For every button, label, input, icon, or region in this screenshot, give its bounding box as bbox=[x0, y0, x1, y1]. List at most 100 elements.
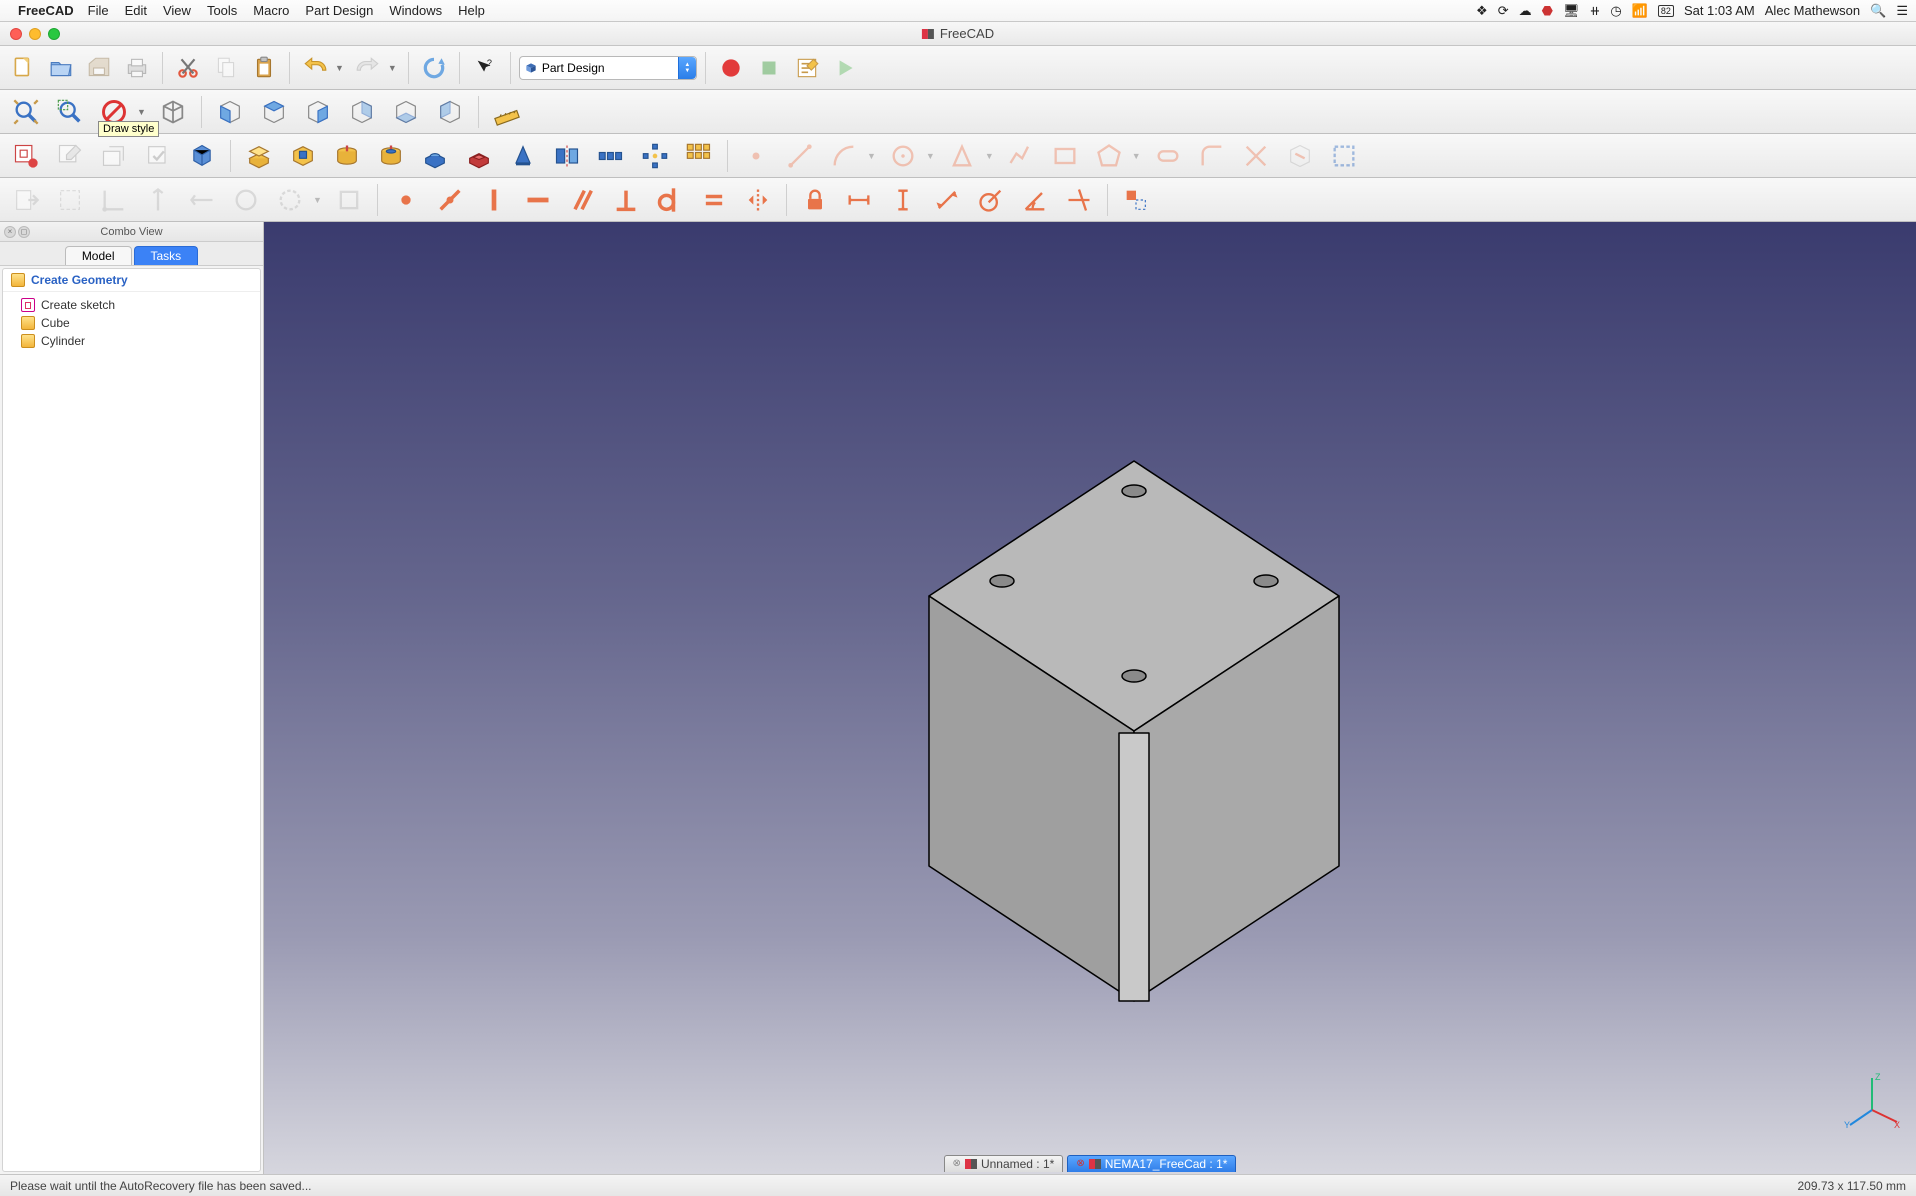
close-icon[interactable]: ⊗ bbox=[1076, 1158, 1084, 1169]
groove-button[interactable] bbox=[371, 137, 411, 175]
constrain-point-on-button[interactable] bbox=[430, 181, 470, 219]
constrain-parallel-button[interactable] bbox=[562, 181, 602, 219]
map-sketch-button[interactable] bbox=[94, 137, 134, 175]
fit-all-button[interactable] bbox=[6, 93, 46, 131]
new-sketch-button[interactable] bbox=[6, 137, 46, 175]
pocket-button[interactable] bbox=[283, 137, 323, 175]
panel-close-icon[interactable]: × bbox=[4, 226, 16, 238]
constrain-vdist-button[interactable] bbox=[883, 181, 923, 219]
front-view-button[interactable] bbox=[210, 93, 250, 131]
battery-icon[interactable]: 82 bbox=[1658, 5, 1674, 17]
menubar-datetime[interactable]: Sat 1:03 AM bbox=[1684, 3, 1755, 18]
chamfer-button[interactable] bbox=[459, 137, 499, 175]
task-create-sketch[interactable]: Create sketch bbox=[7, 296, 256, 314]
sketch-fillet-button[interactable] bbox=[1192, 137, 1232, 175]
workbench-selector[interactable]: Part Design bbox=[519, 56, 697, 80]
menu-tools[interactable]: Tools bbox=[207, 3, 237, 18]
polar-pattern-button[interactable] bbox=[635, 137, 675, 175]
app-name[interactable]: FreeCAD bbox=[18, 3, 74, 18]
conic-dropdown-icon[interactable]: ▼ bbox=[985, 151, 994, 161]
window-minimize-button[interactable] bbox=[29, 28, 41, 40]
bluetooth-icon[interactable]: ⧺ bbox=[1589, 3, 1600, 19]
sketch-polygon-button[interactable] bbox=[1089, 137, 1129, 175]
sketch-rectangle-button[interactable] bbox=[1045, 137, 1085, 175]
select-redundant-button[interactable] bbox=[226, 181, 266, 219]
sketch-construction-button[interactable] bbox=[1324, 137, 1364, 175]
print-button[interactable] bbox=[120, 51, 154, 85]
sketch-external-button[interactable] bbox=[1280, 137, 1320, 175]
sketch-circle-button[interactable] bbox=[883, 137, 923, 175]
sketch-conic-button[interactable] bbox=[942, 137, 982, 175]
menu-edit[interactable]: Edit bbox=[125, 3, 147, 18]
constrain-angle-button[interactable] bbox=[1015, 181, 1055, 219]
save-document-button[interactable] bbox=[82, 51, 116, 85]
constrain-lock-button[interactable] bbox=[795, 181, 835, 219]
select-horiz-axis-button[interactable] bbox=[182, 181, 222, 219]
menu-partdesign[interactable]: Part Design bbox=[305, 3, 373, 18]
constrain-vertical-button[interactable] bbox=[474, 181, 514, 219]
draw-style-dropdown-icon[interactable]: ▼ bbox=[137, 107, 146, 117]
sketch-slot-button[interactable] bbox=[1148, 137, 1188, 175]
redo-button[interactable] bbox=[351, 51, 385, 85]
sketch-polyline-button[interactable] bbox=[1001, 137, 1041, 175]
sync-icon[interactable]: ⟳ bbox=[1498, 3, 1509, 19]
macro-record-button[interactable] bbox=[714, 51, 748, 85]
toggle-construction-button[interactable] bbox=[1116, 181, 1156, 219]
constrain-perpendicular-button[interactable] bbox=[606, 181, 646, 219]
left-view-button[interactable] bbox=[430, 93, 470, 131]
macro-execute-button[interactable] bbox=[828, 51, 862, 85]
notification-icon[interactable]: ⬣ bbox=[1542, 3, 1553, 19]
menu-list-icon[interactable]: ☰ bbox=[1896, 3, 1908, 19]
menu-windows[interactable]: Windows bbox=[389, 3, 442, 18]
cut-button[interactable] bbox=[171, 51, 205, 85]
copy-button[interactable] bbox=[209, 51, 243, 85]
fillet-button[interactable] bbox=[415, 137, 455, 175]
menubar-username[interactable]: Alec Mathewson bbox=[1765, 3, 1860, 18]
select-vert-axis-button[interactable] bbox=[138, 181, 178, 219]
revolution-button[interactable] bbox=[327, 137, 367, 175]
bottom-view-button[interactable] bbox=[386, 93, 426, 131]
multitransform-button[interactable] bbox=[679, 137, 719, 175]
undo-dropdown-icon[interactable]: ▼ bbox=[335, 63, 344, 73]
constrain-equal-button[interactable] bbox=[694, 181, 734, 219]
close-icon[interactable]: ⊗ bbox=[953, 1158, 961, 1169]
3d-viewport[interactable]: Z X Y ⊗ Unnamed : 1* ⊗ NEMA17_FreeCad : … bbox=[264, 222, 1916, 1174]
create-body-button[interactable] bbox=[182, 137, 222, 175]
open-document-button[interactable] bbox=[44, 51, 78, 85]
mirrored-button[interactable] bbox=[547, 137, 587, 175]
validate-sketch-button[interactable] bbox=[138, 137, 178, 175]
right-view-button[interactable] bbox=[298, 93, 338, 131]
constrain-distance-button[interactable] bbox=[927, 181, 967, 219]
menu-view[interactable]: View bbox=[163, 3, 191, 18]
refresh-button[interactable] bbox=[417, 51, 451, 85]
draft-button[interactable] bbox=[503, 137, 543, 175]
pad-button[interactable] bbox=[239, 137, 279, 175]
sketch-arc-button[interactable] bbox=[824, 137, 864, 175]
constrain-snell-button[interactable] bbox=[1059, 181, 1099, 219]
workbench-dropdown-icon[interactable] bbox=[678, 57, 696, 79]
polygon-dropdown-icon[interactable]: ▼ bbox=[1132, 151, 1141, 161]
circle-dropdown-icon[interactable]: ▼ bbox=[926, 151, 935, 161]
task-cube[interactable]: Cube bbox=[7, 314, 256, 332]
measure-button[interactable] bbox=[487, 93, 527, 131]
doc-tab-nema17[interactable]: ⊗ NEMA17_FreeCad : 1* bbox=[1067, 1155, 1236, 1172]
wifi-icon[interactable]: 📶 bbox=[1632, 3, 1648, 19]
whats-this-button[interactable]: ? bbox=[468, 51, 502, 85]
constrain-tangent-button[interactable] bbox=[650, 181, 690, 219]
menu-help[interactable]: Help bbox=[458, 3, 485, 18]
doc-tab-unnamed[interactable]: ⊗ Unnamed : 1* bbox=[944, 1155, 1064, 1172]
macro-list-button[interactable] bbox=[790, 51, 824, 85]
linear-pattern-button[interactable] bbox=[591, 137, 631, 175]
new-document-button[interactable] bbox=[6, 51, 40, 85]
top-view-button[interactable] bbox=[254, 93, 294, 131]
dropbox-icon[interactable]: ❖ bbox=[1476, 3, 1488, 19]
window-zoom-button[interactable] bbox=[48, 28, 60, 40]
select-dropdown-icon[interactable]: ▼ bbox=[313, 195, 322, 205]
rear-view-button[interactable] bbox=[342, 93, 382, 131]
tab-model[interactable]: Model bbox=[65, 246, 132, 265]
arc-dropdown-icon[interactable]: ▼ bbox=[867, 151, 876, 161]
constrain-symmetric-button[interactable] bbox=[738, 181, 778, 219]
constrain-radius-button[interactable] bbox=[971, 181, 1011, 219]
tab-tasks[interactable]: Tasks bbox=[134, 246, 199, 265]
edit-sketch-button[interactable] bbox=[50, 137, 90, 175]
